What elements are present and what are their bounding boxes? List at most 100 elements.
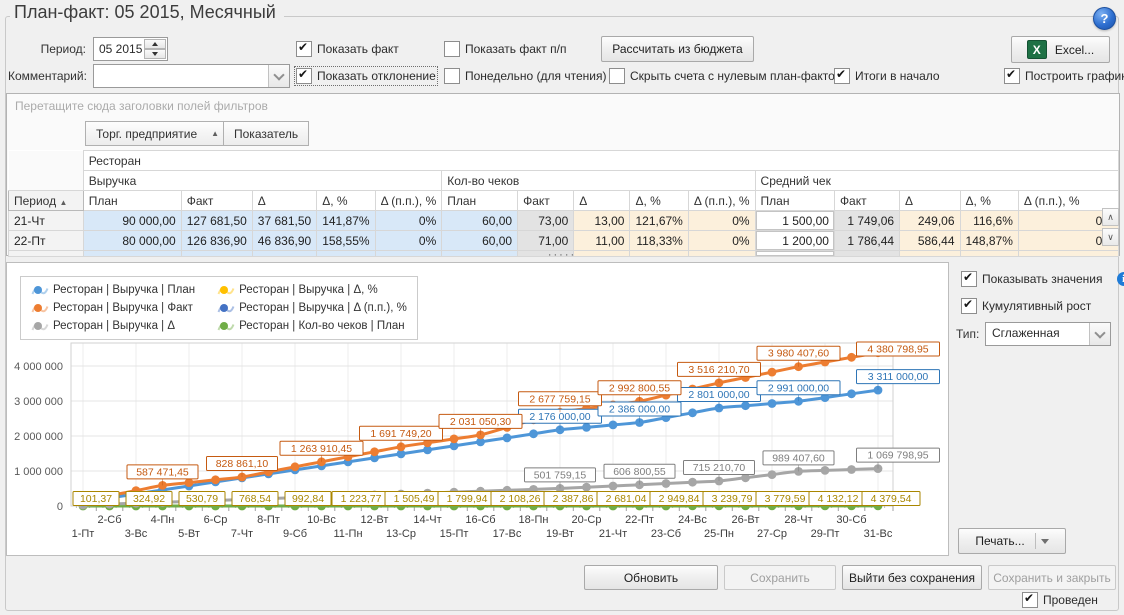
grid-cell[interactable]: 11,00 xyxy=(574,231,630,251)
column-header[interactable]: Δ xyxy=(574,191,630,211)
print-button[interactable]: Печать... xyxy=(958,528,1066,554)
grid-cell[interactable]: 80 000,00 xyxy=(83,231,181,251)
grid-cell[interactable]: 60,00 xyxy=(442,231,518,251)
grid-cell[interactable]: 0% xyxy=(375,211,442,231)
save-button[interactable]: Сохранить xyxy=(724,565,836,590)
chevron-down-icon[interactable] xyxy=(1089,323,1110,345)
comment-combobox[interactable] xyxy=(93,64,290,88)
exit-without-saving-button[interactable]: Выйти без сохранения xyxy=(842,565,982,590)
column-header[interactable]: Кол-во чеков xyxy=(442,171,755,191)
chevron-down-icon xyxy=(1041,539,1049,544)
checkbox-show-deviation[interactable]: Показать отклонение xyxy=(296,68,436,84)
legend-item[interactable]: Ресторан | Выручка | Факт xyxy=(31,299,195,317)
column-header[interactable]: Факт xyxy=(518,191,574,211)
period-spin-buttons[interactable] xyxy=(144,39,166,59)
chart-legend: Ресторан | Выручка | ПланРесторан | Выру… xyxy=(20,276,418,340)
column-header[interactable]: Факт xyxy=(181,191,252,211)
svg-text:2 176 000,00: 2 176 000,00 xyxy=(529,411,590,423)
legend-item[interactable]: Ресторан | Выручка | Δ xyxy=(31,317,195,335)
column-header[interactable]: Факт xyxy=(834,191,899,211)
series-marker-icon xyxy=(217,284,235,297)
info-icon[interactable]: i xyxy=(1117,272,1124,286)
spin-down-icon[interactable] xyxy=(144,49,166,59)
grid-cell[interactable]: 37 681,50 xyxy=(252,211,316,231)
column-header[interactable]: Δ, % xyxy=(960,191,1018,211)
column-header[interactable]: Δ, % xyxy=(317,191,375,211)
spin-up-icon[interactable] xyxy=(144,39,166,49)
grid-cell[interactable]: 60,00 xyxy=(442,211,518,231)
chart-type-select[interactable]: Сглаженная xyxy=(985,322,1111,346)
grid-cell[interactable]: 73,00 xyxy=(518,211,574,231)
scroll-up-icon[interactable]: ∧ xyxy=(1102,208,1119,226)
grid-cell[interactable]: 1 786,44 xyxy=(834,231,899,251)
grid-cell[interactable]: 249,06 xyxy=(900,211,960,231)
legend-item[interactable]: Ресторан | Выручка | План xyxy=(31,281,195,299)
column-header[interactable]: Выручка xyxy=(83,171,442,191)
calc-from-budget-button[interactable]: Рассчитать из бюджета xyxy=(601,36,754,62)
grid-cell[interactable]: 0% xyxy=(688,231,755,251)
column-header[interactable]: Δ (п.п.), % xyxy=(375,191,442,211)
svg-text:2 386 000,00: 2 386 000,00 xyxy=(609,404,670,416)
checkbox-conducted[interactable]: Проведен xyxy=(1022,592,1098,608)
column-header[interactable]: Δ, % xyxy=(630,191,688,211)
grid-cell[interactable]: 90 000,00 xyxy=(83,211,181,231)
svg-text:26-Вт: 26-Вт xyxy=(732,514,760,526)
grid-cell[interactable]: 158,55% xyxy=(317,231,375,251)
checkbox-build-chart[interactable]: Построить график xyxy=(1004,68,1124,84)
grid-cell[interactable]: 141,87% xyxy=(317,211,375,231)
column-header[interactable]: План xyxy=(83,191,181,211)
grid-cell[interactable]: 118,33% xyxy=(630,231,688,251)
table-scrollbar[interactable]: ∧ ∨ xyxy=(1102,208,1118,246)
grid-cell[interactable]: 148,87% xyxy=(960,231,1018,251)
column-header[interactable]: Δ (п.п.), % xyxy=(688,191,755,211)
column-header[interactable] xyxy=(9,151,84,191)
svg-text:501 759,15: 501 759,15 xyxy=(534,469,587,481)
checkbox-weekly[interactable]: Понедельно (для чтения) xyxy=(444,68,606,84)
refresh-button[interactable]: Обновить xyxy=(584,565,718,590)
grid-cell[interactable]: 586,44 xyxy=(900,231,960,251)
grid-cell[interactable]: 22-Пт xyxy=(9,231,84,251)
grid-cell[interactable]: 116,6% xyxy=(960,211,1018,231)
grid-cell[interactable]: 1 200,00 xyxy=(755,231,834,251)
legend-item[interactable]: Ресторан | Кол-во чеков | План xyxy=(217,317,407,335)
checkbox-show-fact-pp[interactable]: Показать факт п/п xyxy=(444,41,566,57)
grid-cell[interactable]: 121,67% xyxy=(630,211,688,231)
svg-text:4 000 000: 4 000 000 xyxy=(14,361,63,373)
legend-item[interactable]: Ресторан | Выручка | Δ (п.п.), % xyxy=(217,299,407,317)
column-header[interactable]: Δ xyxy=(900,191,960,211)
chevron-down-icon[interactable] xyxy=(268,65,289,87)
column-header[interactable]: Средний чек xyxy=(755,171,1118,191)
org-group-header[interactable]: Ресторан xyxy=(83,151,1118,171)
grid-cell[interactable]: 46 836,90 xyxy=(252,231,316,251)
grid-cell[interactable]: 1 500,00 xyxy=(755,211,834,231)
svg-text:3 779,59: 3 779,59 xyxy=(765,493,806,505)
checkbox-totals-first[interactable]: Итоги в начало xyxy=(834,68,940,84)
splitter-handle[interactable]: ····· xyxy=(0,252,1124,261)
checkbox-show-values[interactable]: Показывать значения i xyxy=(961,271,1124,287)
period-spinbox[interactable]: 05 2015 xyxy=(93,37,168,61)
grid-cell[interactable]: 13,00 xyxy=(574,211,630,231)
grid-cell[interactable]: 1 749,06 xyxy=(834,211,899,231)
save-and-close-button[interactable]: Сохранить и закрыть xyxy=(988,565,1116,590)
column-header[interactable]: План xyxy=(442,191,518,211)
excel-button[interactable]: X Excel... xyxy=(1011,36,1110,63)
filter-field-indicator[interactable]: Показатель xyxy=(223,121,309,146)
grid-cell[interactable]: 71,00 xyxy=(518,231,574,251)
checkbox-cumulative[interactable]: Кумулятивный рост xyxy=(961,298,1091,314)
scroll-down-icon[interactable]: ∨ xyxy=(1102,228,1119,246)
checkbox-show-fact[interactable]: Показать факт xyxy=(296,41,399,57)
grid-cell[interactable]: 127 681,50 xyxy=(181,211,252,231)
grid-cell[interactable]: 0% xyxy=(375,231,442,251)
grid-cell[interactable]: 21-Чт xyxy=(9,211,84,231)
filter-drop-hint: Перетащите сюда заголовки полей фильтров xyxy=(15,99,268,113)
legend-item[interactable]: Ресторан | Выручка | Δ, % xyxy=(217,281,407,299)
checkbox-hide-zero[interactable]: Скрыть счета с нулевым план-фактом xyxy=(609,68,843,84)
grid-cell[interactable]: 0% xyxy=(688,211,755,231)
filter-field-enterprise[interactable]: Торг. предприятие▲ xyxy=(85,121,230,146)
column-header[interactable]: План xyxy=(755,191,834,211)
period-column-header[interactable]: Период ▲ xyxy=(9,191,84,211)
help-icon[interactable]: ? xyxy=(1093,7,1116,30)
column-header[interactable]: Δ xyxy=(252,191,316,211)
grid-cell[interactable]: 126 836,90 xyxy=(181,231,252,251)
svg-text:10-Вс: 10-Вс xyxy=(307,514,336,526)
